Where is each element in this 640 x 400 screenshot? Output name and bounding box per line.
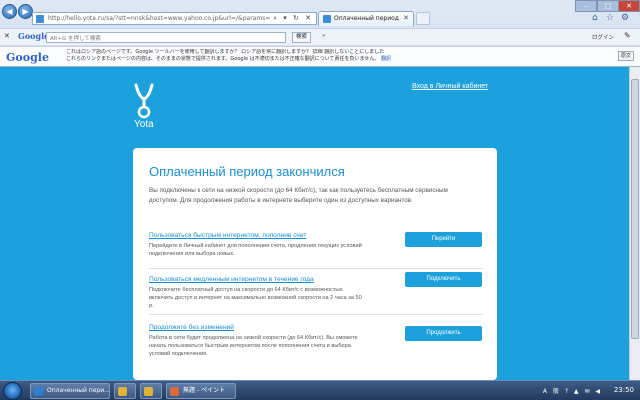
ie-icon bbox=[34, 387, 43, 396]
taskbar-item-folder[interactable] bbox=[114, 383, 136, 399]
settings-gear-icon[interactable]: ⚙ bbox=[621, 13, 629, 23]
intro-text: Вы подключены к сети на низкой скорости … bbox=[149, 187, 448, 204]
navigation-row: ◀ ▶ http://hello.yota.ru/sa/?stt=nnsk&ho… bbox=[0, 0, 640, 28]
translate-link[interactable]: 翻訳 bbox=[381, 56, 391, 62]
google-search-button[interactable]: 検索 bbox=[292, 32, 312, 43]
divider bbox=[149, 314, 483, 315]
page-scrollbar[interactable] bbox=[629, 67, 640, 380]
option-slow-desc: Подключите бесплатный доступ на скорости… bbox=[149, 287, 362, 309]
page-favicon-icon bbox=[36, 15, 44, 23]
taskbar-item-browser[interactable]: Оплаченный пери... bbox=[30, 383, 110, 399]
scrollbar-thumb[interactable] bbox=[631, 79, 639, 339]
folder-icon bbox=[144, 387, 153, 396]
option-continue-desc: Работа в сети будет продолжена на низкой… bbox=[149, 335, 358, 357]
show-original-button[interactable]: 原文 bbox=[617, 51, 634, 61]
back-button[interactable]: ◀ bbox=[2, 4, 17, 19]
new-tab-button[interactable] bbox=[416, 12, 430, 25]
option-fast-title[interactable]: Пользоваться быстрым интернетом, пополни… bbox=[149, 232, 306, 239]
address-bar[interactable]: http://hello.yota.ru/sa/?stt=nnsk&host=w… bbox=[32, 12, 317, 25]
toolbar-close-icon[interactable]: ✕ bbox=[4, 32, 10, 40]
translate-line2: これらのリンクまたはページの内容は、そのままの状態で提供されます。Google … bbox=[66, 56, 380, 62]
google-toolbar: ✕ Google Alt+G を押して検索 検索 » ログイン ✎ bbox=[0, 28, 640, 45]
address-url: http://hello.yota.ru/sa/?stt=nnsk&host=w… bbox=[48, 15, 271, 22]
close-window-button[interactable]: ✕ bbox=[618, 0, 640, 12]
tab-close-icon[interactable]: ✕ bbox=[403, 14, 409, 22]
option-continue-title[interactable]: Продолжите без изменений bbox=[149, 324, 234, 331]
divider bbox=[149, 268, 483, 269]
clock[interactable]: 23:50 bbox=[614, 386, 634, 394]
tab-yota[interactable]: Оплаченный период зак... ✕ bbox=[318, 11, 414, 26]
option-slow-title[interactable]: Пользоваться медленным интернетом в тече… bbox=[149, 276, 314, 283]
translate-line1: これはロシア語のページです。Google ツールバーを使用して翻訳しますか？ ロ… bbox=[66, 49, 385, 55]
translate-message: これはロシア語のページです。Google ツールバーを使用して翻訳しますか？ ロ… bbox=[66, 49, 536, 63]
taskbar-item-label: 無題 - ペイント bbox=[183, 387, 225, 394]
connect-button[interactable]: Подключить bbox=[405, 272, 482, 287]
status-card: Оплаченный период закончился Вы подключе… bbox=[133, 148, 497, 380]
translate-bar: Google これはロシア語のページです。Google ツールバーを使用して翻訳… bbox=[0, 46, 640, 66]
option-fast-desc: Перейдите в Личный кабинет для пополнени… bbox=[149, 243, 362, 257]
system-tray: A 般 ? ▲ ✉ ◀ 23:50 bbox=[438, 383, 638, 399]
yota-page: Yota Вход в Личный кабинет Оплаченный пе… bbox=[0, 67, 640, 380]
tab-title: Оплаченный период зак... bbox=[334, 15, 400, 22]
toolbar-more-button[interactable]: » bbox=[322, 33, 325, 39]
taskbar-item-explorer[interactable] bbox=[140, 383, 162, 399]
home-icon[interactable]: ⌂ bbox=[592, 13, 598, 23]
option-slow-internet: Пользоваться медленным интернетом в тече… bbox=[149, 272, 485, 318]
google-search-placeholder: Alt+G を押して検索 bbox=[50, 36, 101, 42]
start-button[interactable] bbox=[3, 382, 22, 400]
paint-icon bbox=[170, 387, 179, 396]
google-toolbar-logo: Google bbox=[18, 31, 50, 41]
yota-logo-text: Yota bbox=[134, 119, 154, 130]
address-actions[interactable]: ⌕ ▾ ↻ ✕ bbox=[273, 14, 313, 23]
page-title: Оплаченный период закончился bbox=[149, 164, 345, 179]
google-search-input[interactable]: Alt+G を押して検索 bbox=[46, 32, 286, 43]
option-continue: Продолжите без изменений Работа в сети б… bbox=[149, 324, 485, 366]
taskbar-item-paint[interactable]: 無題 - ペイント bbox=[166, 383, 236, 399]
windows-taskbar: Оплаченный пери... 無題 - ペイント A 般 ? ▲ ✉ ◀… bbox=[0, 380, 640, 400]
folder-icon bbox=[118, 387, 127, 396]
taskbar-item-label: Оплаченный пери... bbox=[47, 387, 110, 394]
maximize-button[interactable]: □ bbox=[597, 0, 619, 12]
go-button[interactable]: Перейти bbox=[405, 232, 482, 247]
continue-button[interactable]: Продолжить bbox=[405, 326, 482, 341]
google-login-link[interactable]: ログイン bbox=[592, 33, 614, 41]
minimize-button[interactable]: – bbox=[575, 0, 597, 12]
tray-icons[interactable]: A 般 ? ▲ ✉ ◀ bbox=[543, 386, 602, 395]
translate-google-logo: Google bbox=[6, 51, 49, 64]
personal-account-login-link[interactable]: Вход в Личный кабинет bbox=[412, 83, 488, 90]
wrench-icon[interactable]: ✎ bbox=[624, 31, 631, 40]
forward-button[interactable]: ▶ bbox=[18, 4, 33, 19]
favorites-star-icon[interactable]: ☆ bbox=[606, 13, 614, 23]
tab-favicon-icon bbox=[323, 15, 331, 23]
browser-chrome: ◀ ▶ http://hello.yota.ru/sa/?stt=nnsk&ho… bbox=[0, 0, 640, 67]
